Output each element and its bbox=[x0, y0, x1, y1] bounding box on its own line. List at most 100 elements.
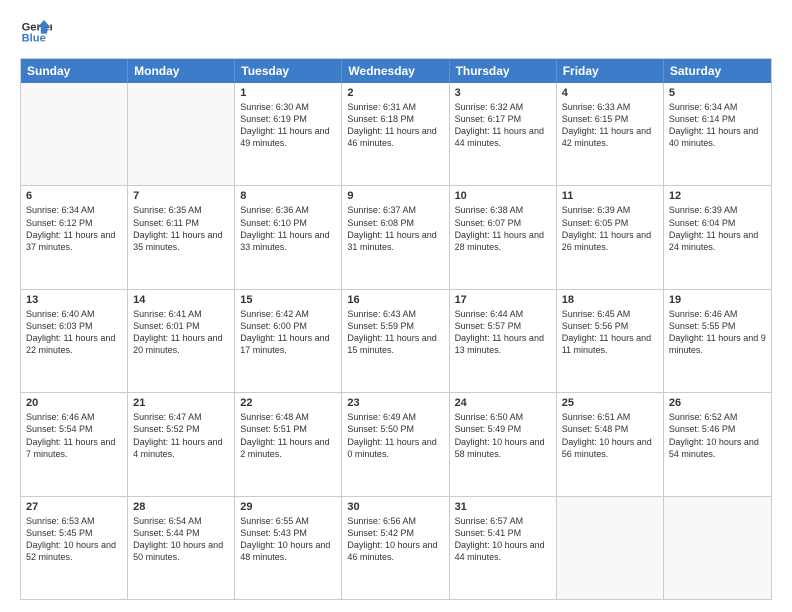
cell-info: Sunrise: 6:52 AMSunset: 5:46 PMDaylight:… bbox=[669, 411, 766, 460]
day-number: 7 bbox=[133, 190, 229, 202]
calendar-cell bbox=[664, 497, 771, 599]
calendar-cell: 4Sunrise: 6:33 AMSunset: 6:15 PMDaylight… bbox=[557, 83, 664, 185]
calendar-row-1: 1 Sunrise: 6:30 AMSunset: 6:19 PMDaylight… bbox=[21, 83, 771, 185]
calendar-cell bbox=[557, 497, 664, 599]
day-number: 16 bbox=[347, 294, 443, 306]
calendar-cell: 14 Sunrise: 6:41 AMSunset: 6:01 PMDayligh… bbox=[128, 290, 235, 392]
day-number: 30 bbox=[347, 501, 443, 513]
day-number: 20 bbox=[26, 397, 122, 409]
day-number: 15 bbox=[240, 294, 336, 306]
calendar-cell: 11 Sunrise: 6:39 AMSunset: 6:05 PMDayligh… bbox=[557, 186, 664, 288]
calendar-cell bbox=[128, 83, 235, 185]
cell-info: Sunrise: 6:39 AMSunset: 6:05 PMDaylight:… bbox=[562, 204, 658, 253]
day-number: 19 bbox=[669, 294, 766, 306]
cell-info: Sunrise: 6:47 AMSunset: 5:52 PMDaylight:… bbox=[133, 411, 229, 460]
calendar-cell: 17 Sunrise: 6:44 AMSunset: 5:57 PMDayligh… bbox=[450, 290, 557, 392]
cell-info: Sunrise: 6:43 AMSunset: 5:59 PMDaylight:… bbox=[347, 308, 443, 357]
cell-info: Sunrise: 6:46 AMSunset: 5:55 PMDaylight:… bbox=[669, 308, 766, 357]
day-number: 11 bbox=[562, 190, 658, 202]
day-header-saturday: Saturday bbox=[664, 59, 771, 83]
logo: General Blue bbox=[20, 16, 52, 48]
cell-info: Sunrise: 6:50 AMSunset: 5:49 PMDaylight:… bbox=[455, 411, 551, 460]
cell-info: Sunrise: 6:40 AMSunset: 6:03 PMDaylight:… bbox=[26, 308, 122, 357]
calendar-cell: 8 Sunrise: 6:36 AMSunset: 6:10 PMDaylight… bbox=[235, 186, 342, 288]
day-number: 22 bbox=[240, 397, 336, 409]
day-number: 5 bbox=[669, 87, 766, 99]
cell-info: Sunrise: 6:45 AMSunset: 5:56 PMDaylight:… bbox=[562, 308, 658, 357]
calendar-cell bbox=[21, 83, 128, 185]
day-header-monday: Monday bbox=[128, 59, 235, 83]
cell-info: Sunrise: 6:32 AMSunset: 6:17 PMDaylight:… bbox=[455, 101, 551, 150]
day-number: 24 bbox=[455, 397, 551, 409]
calendar-row-3: 13 Sunrise: 6:40 AMSunset: 6:03 PMDayligh… bbox=[21, 289, 771, 392]
calendar-cell: 5 Sunrise: 6:34 AMSunset: 6:14 PMDaylight… bbox=[664, 83, 771, 185]
calendar-cell: 16 Sunrise: 6:43 AMSunset: 5:59 PMDayligh… bbox=[342, 290, 449, 392]
day-number: 10 bbox=[455, 190, 551, 202]
cell-info: Sunrise: 6:51 AMSunset: 5:48 PMDaylight:… bbox=[562, 411, 658, 460]
cell-info: Sunrise: 6:48 AMSunset: 5:51 PMDaylight:… bbox=[240, 411, 336, 460]
calendar-cell: 2 Sunrise: 6:31 AMSunset: 6:18 PMDaylight… bbox=[342, 83, 449, 185]
cell-info: Sunrise: 6:36 AMSunset: 6:10 PMDaylight:… bbox=[240, 204, 336, 253]
cell-info: Sunrise: 6:37 AMSunset: 6:08 PMDaylight:… bbox=[347, 204, 443, 253]
cell-info: Sunrise: 6:54 AMSunset: 5:44 PMDaylight:… bbox=[133, 515, 229, 564]
calendar-cell: 1 Sunrise: 6:30 AMSunset: 6:19 PMDaylight… bbox=[235, 83, 342, 185]
day-number: 8 bbox=[240, 190, 336, 202]
calendar-cell: 30 Sunrise: 6:56 AMSunset: 5:42 PMDayligh… bbox=[342, 497, 449, 599]
calendar-cell: 28 Sunrise: 6:54 AMSunset: 5:44 PMDayligh… bbox=[128, 497, 235, 599]
cell-info: Sunrise: 6:41 AMSunset: 6:01 PMDaylight:… bbox=[133, 308, 229, 357]
calendar-cell: 6 Sunrise: 6:34 AMSunset: 6:12 PMDaylight… bbox=[21, 186, 128, 288]
calendar-cell: 25 Sunrise: 6:51 AMSunset: 5:48 PMDayligh… bbox=[557, 393, 664, 495]
calendar: SundayMondayTuesdayWednesdayThursdayFrid… bbox=[20, 58, 772, 600]
day-number: 21 bbox=[133, 397, 229, 409]
day-number: 9 bbox=[347, 190, 443, 202]
cell-info: Sunrise: 6:34 AMSunset: 6:12 PMDaylight:… bbox=[26, 204, 122, 253]
calendar-cell: 21 Sunrise: 6:47 AMSunset: 5:52 PMDayligh… bbox=[128, 393, 235, 495]
calendar-row-2: 6 Sunrise: 6:34 AMSunset: 6:12 PMDaylight… bbox=[21, 185, 771, 288]
calendar-cell: 31Sunrise: 6:57 AMSunset: 5:41 PMDayligh… bbox=[450, 497, 557, 599]
calendar-cell: 9 Sunrise: 6:37 AMSunset: 6:08 PMDaylight… bbox=[342, 186, 449, 288]
day-number: 28 bbox=[133, 501, 229, 513]
day-header-tuesday: Tuesday bbox=[235, 59, 342, 83]
cell-info: Sunrise: 6:30 AMSunset: 6:19 PMDaylight:… bbox=[240, 101, 336, 150]
calendar-cell: 24 Sunrise: 6:50 AMSunset: 5:49 PMDayligh… bbox=[450, 393, 557, 495]
day-number: 2 bbox=[347, 87, 443, 99]
day-number: 17 bbox=[455, 294, 551, 306]
calendar-cell: 22 Sunrise: 6:48 AMSunset: 5:51 PMDayligh… bbox=[235, 393, 342, 495]
calendar-cell: 18 Sunrise: 6:45 AMSunset: 5:56 PMDayligh… bbox=[557, 290, 664, 392]
day-number: 13 bbox=[26, 294, 122, 306]
cell-info: Sunrise: 6:55 AMSunset: 5:43 PMDaylight:… bbox=[240, 515, 336, 564]
day-number: 18 bbox=[562, 294, 658, 306]
day-header-friday: Friday bbox=[557, 59, 664, 83]
calendar-cell: 23Sunrise: 6:49 AMSunset: 5:50 PMDayligh… bbox=[342, 393, 449, 495]
day-number: 14 bbox=[133, 294, 229, 306]
cell-info: Sunrise: 6:39 AMSunset: 6:04 PMDaylight:… bbox=[669, 204, 766, 253]
day-number: 29 bbox=[240, 501, 336, 513]
cell-info: Sunrise: 6:34 AMSunset: 6:14 PMDaylight:… bbox=[669, 101, 766, 150]
day-header-sunday: Sunday bbox=[21, 59, 128, 83]
calendar-header: SundayMondayTuesdayWednesdayThursdayFrid… bbox=[21, 59, 771, 83]
calendar-cell: 12 Sunrise: 6:39 AMSunset: 6:04 PMDayligh… bbox=[664, 186, 771, 288]
cell-info: Sunrise: 6:35 AMSunset: 6:11 PMDaylight:… bbox=[133, 204, 229, 253]
day-number: 25 bbox=[562, 397, 658, 409]
cell-info: Sunrise: 6:49 AMSunset: 5:50 PMDaylight:… bbox=[347, 411, 443, 460]
cell-info: Sunrise: 6:53 AMSunset: 5:45 PMDaylight:… bbox=[26, 515, 122, 564]
cell-info: Sunrise: 6:44 AMSunset: 5:57 PMDaylight:… bbox=[455, 308, 551, 357]
day-number: 4 bbox=[562, 87, 658, 99]
cell-info: Sunrise: 6:56 AMSunset: 5:42 PMDaylight:… bbox=[347, 515, 443, 564]
calendar-row-5: 27Sunrise: 6:53 AMSunset: 5:45 PMDayligh… bbox=[21, 496, 771, 599]
day-header-thursday: Thursday bbox=[450, 59, 557, 83]
day-number: 1 bbox=[240, 87, 336, 99]
day-number: 12 bbox=[669, 190, 766, 202]
day-number: 6 bbox=[26, 190, 122, 202]
day-number: 3 bbox=[455, 87, 551, 99]
cell-info: Sunrise: 6:57 AMSunset: 5:41 PMDaylight:… bbox=[455, 515, 551, 564]
calendar-cell: 20Sunrise: 6:46 AMSunset: 5:54 PMDayligh… bbox=[21, 393, 128, 495]
calendar-cell: 19 Sunrise: 6:46 AMSunset: 5:55 PMDayligh… bbox=[664, 290, 771, 392]
svg-text:Blue: Blue bbox=[22, 33, 46, 45]
calendar-cell: 7 Sunrise: 6:35 AMSunset: 6:11 PMDaylight… bbox=[128, 186, 235, 288]
calendar-cell: 15Sunrise: 6:42 AMSunset: 6:00 PMDayligh… bbox=[235, 290, 342, 392]
calendar-cell: 27Sunrise: 6:53 AMSunset: 5:45 PMDayligh… bbox=[21, 497, 128, 599]
calendar-cell: 3 Sunrise: 6:32 AMSunset: 6:17 PMDaylight… bbox=[450, 83, 557, 185]
cell-info: Sunrise: 6:31 AMSunset: 6:18 PMDaylight:… bbox=[347, 101, 443, 150]
calendar-cell: 10Sunrise: 6:38 AMSunset: 6:07 PMDayligh… bbox=[450, 186, 557, 288]
